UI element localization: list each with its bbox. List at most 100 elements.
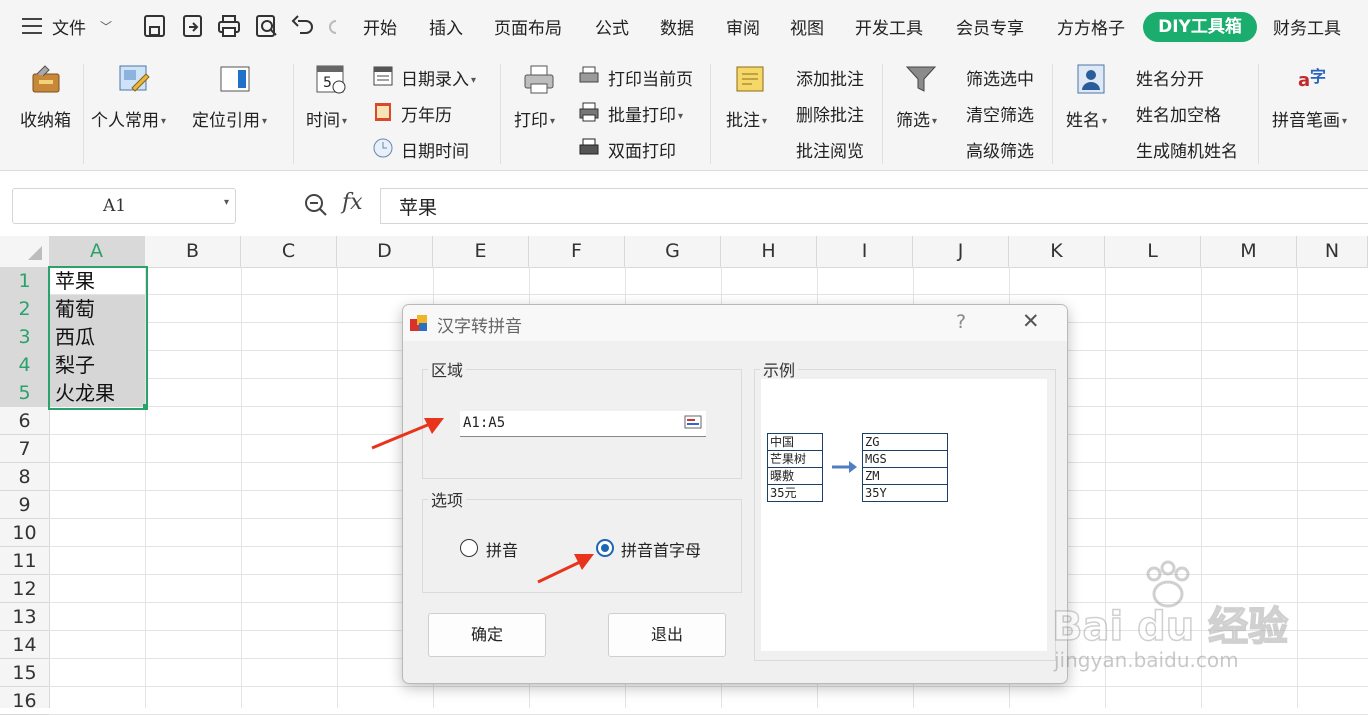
advanced-filter-button[interactable]: 高级筛选 [966, 137, 1034, 162]
column-header-m[interactable]: M [1201, 236, 1297, 267]
initials-radio[interactable] [596, 539, 614, 557]
tab-page-layout[interactable]: 页面布局 [494, 14, 562, 39]
close-icon[interactable]: ✕ [1022, 309, 1040, 333]
clock-icon[interactable] [372, 137, 394, 159]
row-header-8[interactable]: 8 [0, 463, 49, 491]
date-entry-icon[interactable] [372, 65, 394, 87]
print-icon[interactable] [216, 13, 242, 39]
personal-icon[interactable] [116, 62, 150, 96]
time-button[interactable]: 时间 ▾ [306, 106, 347, 131]
column-header-c[interactable]: C [241, 236, 337, 267]
tab-developer[interactable]: 开发工具 [855, 14, 923, 39]
exit-button[interactable]: 退出 [608, 613, 726, 657]
duplex-print-button[interactable]: 双面打印 [608, 137, 676, 162]
column-header-f[interactable]: F [529, 236, 625, 267]
save-icon[interactable] [142, 13, 168, 39]
column-header-j[interactable]: J [913, 236, 1009, 267]
name-button[interactable]: 姓名 ▾ [1066, 106, 1107, 131]
tab-formula[interactable]: 公式 [595, 14, 629, 39]
tab-fangfang[interactable]: 方方格子 [1057, 14, 1125, 39]
tab-insert[interactable]: 插入 [429, 14, 463, 39]
dialog-titlebar[interactable]: 汉字转拼音 ? ✕ [403, 305, 1067, 341]
duplex-print-icon[interactable] [578, 137, 600, 159]
column-header-e[interactable]: E [433, 236, 529, 267]
file-menu[interactable]: 文件 [52, 14, 86, 39]
perpetual-calendar-icon[interactable] [372, 101, 394, 123]
range-picker-icon[interactable] [684, 414, 702, 430]
column-header-b[interactable]: B [145, 236, 241, 267]
row-header-13[interactable]: 13 [0, 603, 49, 631]
tab-home[interactable]: 开始 [363, 14, 397, 39]
toolbox-icon[interactable] [29, 62, 63, 96]
row-header-14[interactable]: 14 [0, 631, 49, 659]
column-header-d[interactable]: D [337, 236, 433, 267]
row-header-5[interactable]: 5 [0, 379, 49, 407]
row-header-12[interactable]: 12 [0, 575, 49, 603]
locate-button[interactable]: 定位引用 ▾ [192, 106, 267, 131]
view-comment-button[interactable]: 批注阅览 [796, 137, 864, 162]
tab-diy-toolbox[interactable]: DIY工具箱 [1143, 12, 1257, 42]
fx-icon[interactable]: fx [342, 190, 363, 215]
redo-icon[interactable] [326, 13, 338, 39]
storage-button[interactable]: 收纳箱 [20, 106, 71, 131]
row-header-2[interactable]: 2 [0, 295, 49, 323]
row-header-10[interactable]: 10 [0, 519, 49, 547]
row-header-7[interactable]: 7 [0, 435, 49, 463]
fill-handle[interactable] [143, 404, 148, 409]
initials-radio-label[interactable]: 拼音首字母 [621, 537, 701, 561]
row-header-16[interactable]: 16 [0, 687, 49, 715]
chevron-down-icon[interactable]: ﹀ [100, 18, 112, 35]
row-header-15[interactable]: 15 [0, 659, 49, 687]
clear-filter-button[interactable]: 清空筛选 [966, 101, 1034, 126]
name-box[interactable]: A1 ▾ [12, 188, 236, 224]
filter-selected-button[interactable]: 筛选选中 [966, 65, 1034, 90]
tab-finance[interactable]: 财务工具 [1273, 14, 1341, 39]
date-entry-button[interactable]: 日期录入 ▾ [401, 65, 476, 90]
calendar-button[interactable]: 万年历 [401, 101, 452, 126]
locate-icon[interactable] [218, 62, 252, 96]
column-header-n[interactable]: N [1297, 236, 1368, 267]
undo-icon[interactable] [290, 13, 316, 39]
ok-button[interactable]: 确定 [428, 613, 546, 657]
filter-icon[interactable] [904, 62, 938, 96]
personal-button[interactable]: 个人常用 ▾ [91, 106, 166, 131]
pinyin-radio-label[interactable]: 拼音 [486, 537, 518, 561]
formula-input[interactable]: 苹果 [380, 188, 1368, 224]
tab-member[interactable]: 会员专享 [956, 14, 1024, 39]
comment-button[interactable]: 批注 ▾ [726, 106, 767, 131]
pinyin-radio[interactable] [460, 539, 478, 557]
column-header-i[interactable]: I [817, 236, 913, 267]
print-button[interactable]: 打印 ▾ [514, 106, 555, 131]
print-preview-icon[interactable] [254, 13, 280, 39]
row-header-3[interactable]: 3 [0, 323, 49, 351]
row-header-6[interactable]: 6 [0, 407, 49, 435]
calendar-icon[interactable]: 5 [314, 62, 348, 96]
random-name-button[interactable]: 生成随机姓名 [1136, 137, 1238, 162]
row-header-9[interactable]: 9 [0, 491, 49, 519]
pinyin-stroke-icon[interactable]: a字 [1296, 62, 1330, 96]
select-all-corner[interactable] [0, 236, 50, 267]
pinyin-stroke-button[interactable]: 拼音笔画 ▾ [1272, 106, 1347, 131]
column-header-g[interactable]: G [625, 236, 721, 267]
split-name-button[interactable]: 姓名分开 [1136, 65, 1204, 90]
filter-button[interactable]: 筛选 ▾ [896, 106, 937, 131]
tab-data[interactable]: 数据 [660, 14, 694, 39]
region-input[interactable]: A1:A5 [460, 411, 706, 437]
tab-review[interactable]: 审阅 [726, 14, 760, 39]
delete-comment-button[interactable]: 删除批注 [796, 101, 864, 126]
batch-print-icon[interactable] [578, 101, 600, 123]
column-header-h[interactable]: H [721, 236, 817, 267]
hamburger-icon[interactable] [22, 16, 44, 36]
comment-icon[interactable] [733, 62, 767, 96]
person-icon[interactable] [1074, 62, 1108, 96]
help-button[interactable]: ? [956, 311, 966, 333]
tab-view[interactable]: 视图 [790, 14, 824, 39]
row-header-11[interactable]: 11 [0, 547, 49, 575]
row-header-1[interactable]: 1 [0, 267, 49, 295]
row-header-4[interactable]: 4 [0, 351, 49, 379]
batch-print-button[interactable]: 批量打印 ▾ [608, 101, 683, 126]
name-space-button[interactable]: 姓名加空格 [1136, 101, 1221, 126]
export-icon[interactable] [180, 13, 206, 39]
print-current-button[interactable]: 打印当前页 [608, 65, 693, 90]
add-comment-button[interactable]: 添加批注 [796, 65, 864, 90]
